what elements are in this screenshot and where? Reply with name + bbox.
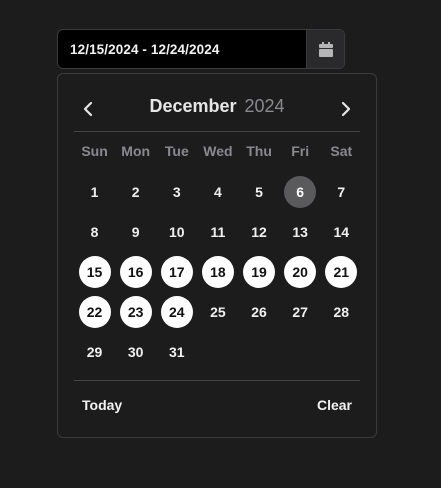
day-cell[interactable]: 3 <box>156 172 197 212</box>
day-cell[interactable]: 23 <box>115 292 156 332</box>
day-number: 24 <box>160 296 193 328</box>
date-range-input[interactable]: 12/15/2024 - 12/24/2024 <box>57 29 345 69</box>
day-cell[interactable]: 21 <box>321 252 362 292</box>
date-range-value[interactable]: 12/15/2024 - 12/24/2024 <box>58 30 306 68</box>
day-cell[interactable]: 2 <box>115 172 156 212</box>
chevron-right-icon <box>341 101 351 117</box>
day-cell[interactable]: 15 <box>74 252 115 292</box>
day-number: 30 <box>127 344 144 360</box>
calendar-popup: December 2024 Sun Mon Tue Wed Thu Fri Sat… <box>57 73 377 438</box>
day-cell[interactable]: 30 <box>115 332 156 372</box>
day-number: 14 <box>333 224 350 240</box>
day-cell[interactable]: 18 <box>197 252 238 292</box>
day-number: 23 <box>119 296 152 328</box>
day-cell[interactable]: 19 <box>239 252 280 292</box>
day-number: 16 <box>119 256 152 288</box>
day-number: 8 <box>90 224 99 240</box>
day-cell[interactable]: 26 <box>239 292 280 332</box>
day-number: 3 <box>172 184 181 200</box>
month-label[interactable]: December <box>149 96 236 116</box>
day-cell[interactable]: 12 <box>239 212 280 252</box>
day-number: 25 <box>210 304 226 320</box>
day-number: 12 <box>251 224 267 240</box>
calendar-footer: Today Clear <box>74 380 360 439</box>
weekday-label: Tue <box>164 143 189 159</box>
day-number: 5 <box>255 184 263 200</box>
calendar-button[interactable] <box>306 30 344 68</box>
day-cell[interactable]: 14 <box>321 212 362 252</box>
weekday-label: Thu <box>246 143 272 159</box>
day-cell[interactable]: 25 <box>197 292 238 332</box>
year-label[interactable]: 2024 <box>245 96 285 116</box>
day-number: 17 <box>160 256 193 288</box>
day-number: 2 <box>131 184 140 200</box>
day-number: 26 <box>251 304 267 320</box>
weekday-label: Wed <box>203 143 233 159</box>
day-number: 9 <box>131 224 140 240</box>
weekday-label: Sun <box>81 143 108 159</box>
day-cell[interactable]: 24 <box>156 292 197 332</box>
day-number: 15 <box>78 256 111 288</box>
day-cell[interactable]: 1 <box>74 172 115 212</box>
day-number: 10 <box>169 224 185 240</box>
day-number: 11 <box>210 224 226 240</box>
day-number: 29 <box>86 344 103 360</box>
day-cell[interactable]: 28 <box>321 292 362 332</box>
weekday-header: Sun Mon Tue Wed Thu Fri Sat <box>74 143 362 159</box>
day-number: 21 <box>325 256 358 288</box>
day-cell[interactable]: 11 <box>197 212 238 252</box>
day-grid: 1 2 3 4 5 6 7 8 9 10 11 12 13 14 15 16 17 18 19 20 21 22 23 24 2… <box>74 172 362 372</box>
day-cell[interactable]: 29 <box>74 332 115 372</box>
day-cell[interactable]: 10 <box>156 212 197 252</box>
day-cell[interactable]: 27 <box>280 292 321 332</box>
month-year-title: December 2024 <box>74 94 360 118</box>
day-number: 1 <box>90 184 99 200</box>
day-number: 13 <box>292 224 308 240</box>
weekday-label: Mon <box>121 143 151 159</box>
day-cell[interactable]: 16 <box>115 252 156 292</box>
calendar-header: December 2024 <box>74 74 360 132</box>
weekday-label: Sat <box>330 143 353 159</box>
day-number: 28 <box>333 304 350 320</box>
day-cell[interactable]: 5 <box>239 172 280 212</box>
day-number: 20 <box>284 256 317 288</box>
day-number: 31 <box>169 344 185 360</box>
today-button[interactable]: Today <box>82 397 122 413</box>
day-cell[interactable]: 17 <box>156 252 197 292</box>
day-cell[interactable]: 7 <box>321 172 362 212</box>
day-number: 18 <box>201 256 234 288</box>
clear-button[interactable]: Clear <box>317 397 352 413</box>
day-number: 19 <box>243 256 276 288</box>
day-cell[interactable]: 20 <box>280 252 321 292</box>
day-cell[interactable]: 9 <box>115 212 156 252</box>
day-cell[interactable]: 13 <box>280 212 321 252</box>
day-number: 27 <box>292 304 308 320</box>
day-cell[interactable]: 31 <box>156 332 197 372</box>
next-month-button[interactable] <box>332 92 360 126</box>
weekday-label: Fri <box>291 143 310 159</box>
day-number: 4 <box>214 184 222 200</box>
day-cell[interactable]: 4 <box>197 172 238 212</box>
day-cell[interactable]: 6 <box>280 172 321 212</box>
day-number: 22 <box>78 296 111 328</box>
day-cell[interactable]: 8 <box>74 212 115 252</box>
day-cell[interactable]: 22 <box>74 292 115 332</box>
day-number: 6 <box>284 176 317 208</box>
calendar-icon <box>318 41 333 57</box>
day-number: 7 <box>337 184 346 200</box>
